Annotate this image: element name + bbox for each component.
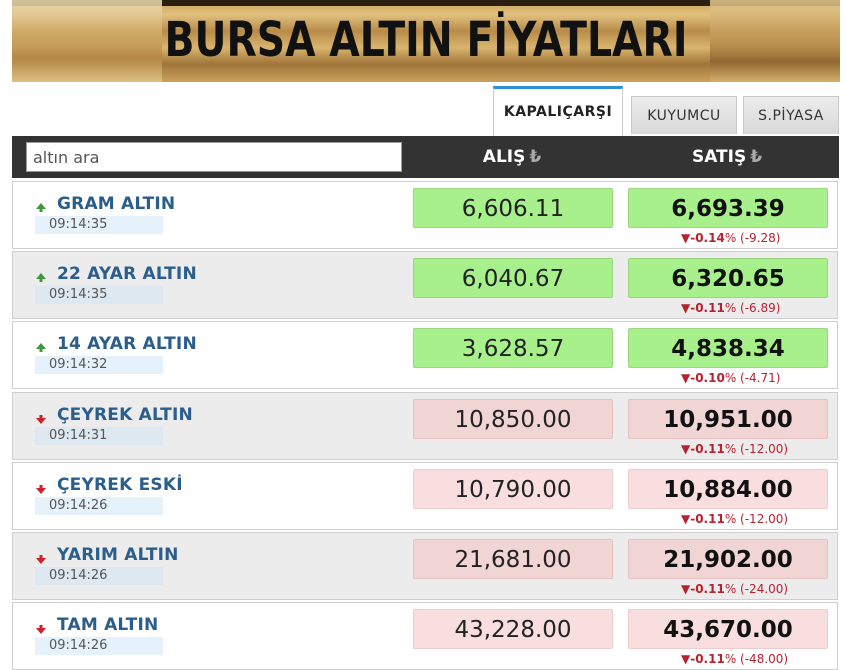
change-indicator: ▼-0.11% (-12.00)	[681, 512, 788, 526]
change-indicator: ▼-0.11% (-6.89)	[681, 301, 780, 315]
buy-price: 6,606.11	[413, 188, 613, 228]
arrow-up-icon	[35, 272, 47, 284]
tab-kapalicarsi[interactable]: KAPALIÇARŞI	[493, 86, 623, 136]
gold-name[interactable]: ÇEYREK ALTIN	[57, 405, 193, 425]
change-percent: ▼-0.11	[681, 582, 725, 596]
change-amount: % (-48.00)	[724, 652, 789, 666]
change-percent: ▼-0.11	[681, 301, 725, 315]
change-percent: ▼-0.11	[681, 512, 725, 526]
change-amount: % (-12.00)	[724, 442, 789, 456]
table-row[interactable]: ÇEYREK ALTIN 09:14:31 10,850.00 10,951.00 ▼-…	[12, 392, 838, 460]
change-amount: % (-4.71)	[724, 371, 781, 385]
market-tabs: KAPALIÇARŞI KUYUMCU S.PİYASA	[0, 86, 846, 136]
arrow-down-icon	[35, 483, 47, 495]
page-title: BURSA ALTIN FİYATLARI	[164, 12, 688, 68]
change-percent: ▼-0.11	[681, 442, 725, 456]
header-banner: BURSA ALTIN FİYATLARI	[12, 0, 840, 82]
change-amount: % (-6.89)	[724, 301, 781, 315]
change-indicator: ▼-0.10% (-4.71)	[681, 371, 780, 385]
buy-price: 6,040.67	[413, 258, 613, 298]
buy-column-label: ALIŞ	[482, 147, 526, 167]
buy-price: 3,628.57	[413, 328, 613, 368]
buy-price: 43,228.00	[413, 609, 613, 649]
arrow-up-icon	[35, 342, 47, 354]
sell-column-header: SATIŞ ₺	[627, 136, 827, 178]
buy-column-header: ALIŞ ₺	[412, 136, 612, 178]
gold-name[interactable]: ÇEYREK ESKİ	[57, 475, 183, 495]
sell-price: 6,693.39	[628, 188, 828, 228]
change-percent: ▼-0.11	[681, 652, 725, 666]
arrow-down-icon	[35, 413, 47, 425]
gold-name[interactable]: 14 AYAR ALTIN	[57, 334, 197, 354]
table-row[interactable]: TAM ALTIN 09:14:26 43,228.00 43,670.00 ▼-0.1…	[12, 602, 838, 670]
gold-name[interactable]: TAM ALTIN	[57, 615, 158, 635]
update-time: 09:14:32	[35, 356, 163, 374]
table-row[interactable]: 22 AYAR ALTIN 09:14:35 6,040.67 6,320.65 ▼-0…	[12, 251, 838, 319]
update-time: 09:14:35	[35, 216, 163, 234]
change-amount: % (-24.00)	[724, 582, 789, 596]
table-header: ALIŞ₺ SATIŞ₺	[12, 136, 839, 178]
gold-name[interactable]: YARIM ALTIN	[57, 545, 179, 565]
change-percent: ▼-0.10	[681, 371, 725, 385]
change-indicator: ▼-0.11% (-48.00)	[681, 652, 788, 666]
update-time: 09:14:35	[35, 286, 163, 304]
table-row[interactable]: YARIM ALTIN 09:14:26 21,681.00 21,902.00 ▼-0…	[12, 532, 838, 600]
buy-price: 21,681.00	[413, 539, 613, 579]
update-time: 09:14:26	[35, 497, 163, 515]
lira-icon: ₺	[529, 147, 542, 167]
buy-price: 10,790.00	[413, 469, 613, 509]
change-percent: ▼-0.14	[681, 231, 725, 245]
change-indicator: ▼-0.11% (-24.00)	[681, 582, 788, 596]
gold-name[interactable]: GRAM ALTIN	[57, 194, 175, 214]
sell-price: 4,838.34	[628, 328, 828, 368]
change-amount: % (-12.00)	[724, 512, 789, 526]
update-time: 09:14:31	[35, 427, 163, 445]
table-row[interactable]: ÇEYREK ESKİ 09:14:26 10,790.00 10,884.00 ▼-0…	[12, 462, 838, 530]
sell-price: 43,670.00	[628, 609, 828, 649]
sell-column-label: SATIŞ	[691, 147, 747, 167]
arrow-down-icon	[35, 623, 47, 635]
change-indicator: ▼-0.14% (-9.28)	[681, 231, 780, 245]
sell-price: 10,884.00	[628, 469, 828, 509]
tab-serbest-piyasa[interactable]: S.PİYASA	[743, 96, 839, 134]
lira-icon: ₺	[750, 147, 763, 167]
update-time: 09:14:26	[35, 637, 163, 655]
gold-name[interactable]: 22 AYAR ALTIN	[57, 264, 197, 284]
change-indicator: ▼-0.11% (-12.00)	[681, 442, 788, 456]
sell-price: 6,320.65	[628, 258, 828, 298]
search-input[interactable]	[26, 142, 402, 172]
table-row[interactable]: 14 AYAR ALTIN 09:14:32 3,628.57 4,838.34 ▼-0…	[12, 321, 838, 389]
tab-kuyumcu[interactable]: KUYUMCU	[631, 96, 737, 134]
update-time: 09:14:26	[35, 567, 163, 585]
change-amount: % (-9.28)	[724, 231, 781, 245]
sell-price: 10,951.00	[628, 399, 828, 439]
table-row[interactable]: GRAM ALTIN 09:14:35 6,606.11 6,693.39 ▼-0.14…	[12, 181, 838, 249]
arrow-up-icon	[35, 202, 47, 214]
arrow-down-icon	[35, 553, 47, 565]
buy-price: 10,850.00	[413, 399, 613, 439]
sell-price: 21,902.00	[628, 539, 828, 579]
